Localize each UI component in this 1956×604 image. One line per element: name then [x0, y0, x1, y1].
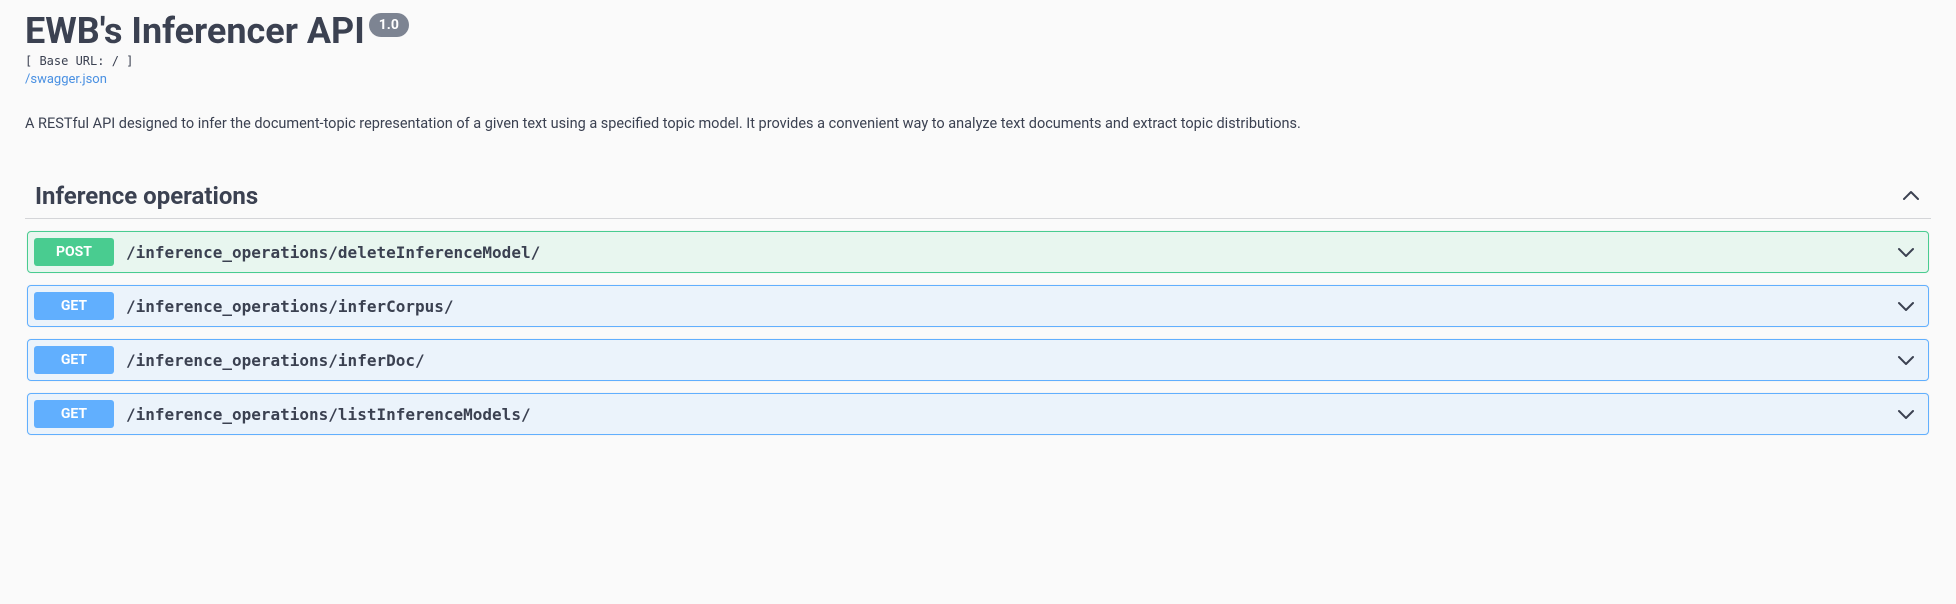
endpoint-path: /inference_operations/inferCorpus/: [126, 297, 1896, 316]
chevron-down-icon: [1896, 404, 1916, 424]
http-method-badge: GET: [34, 400, 114, 428]
api-header: EWB's Inferencer API 1.0 [ Base URL: / ]…: [25, 10, 1931, 132]
operation-row-infer-corpus[interactable]: GET /inference_operations/inferCorpus/: [27, 285, 1929, 327]
http-method-badge: POST: [34, 238, 114, 266]
operation-row-delete-inference-model[interactable]: POST /inference_operations/deleteInferen…: [27, 231, 1929, 273]
endpoint-path: /inference_operations/listInferenceModel…: [126, 405, 1896, 424]
endpoint-path: /inference_operations/inferDoc/: [126, 351, 1896, 370]
chevron-down-icon: [1896, 350, 1916, 370]
operation-row-list-inference-models[interactable]: GET /inference_operations/listInferenceM…: [27, 393, 1929, 435]
chevron-down-icon: [1896, 242, 1916, 262]
chevron-down-icon: [1896, 296, 1916, 316]
operations-list: POST /inference_operations/deleteInferen…: [25, 231, 1931, 435]
api-title: EWB's Inferencer API: [25, 10, 365, 52]
section-header[interactable]: Inference operations: [25, 182, 1931, 219]
version-badge: 1.0: [369, 13, 409, 37]
http-method-badge: GET: [34, 292, 114, 320]
chevron-up-icon: [1901, 186, 1921, 206]
operation-row-infer-doc[interactable]: GET /inference_operations/inferDoc/: [27, 339, 1929, 381]
base-url-label: [ Base URL: / ]: [25, 54, 1931, 68]
http-method-badge: GET: [34, 346, 114, 374]
endpoint-path: /inference_operations/deleteInferenceMod…: [126, 243, 1896, 262]
title-row: EWB's Inferencer API 1.0: [25, 10, 1931, 52]
operations-section: Inference operations POST /inference_ope…: [25, 182, 1931, 435]
swagger-json-link[interactable]: /swagger.json: [25, 72, 107, 87]
section-title: Inference operations: [35, 182, 258, 210]
api-description: A RESTful API designed to infer the docu…: [25, 115, 1931, 132]
